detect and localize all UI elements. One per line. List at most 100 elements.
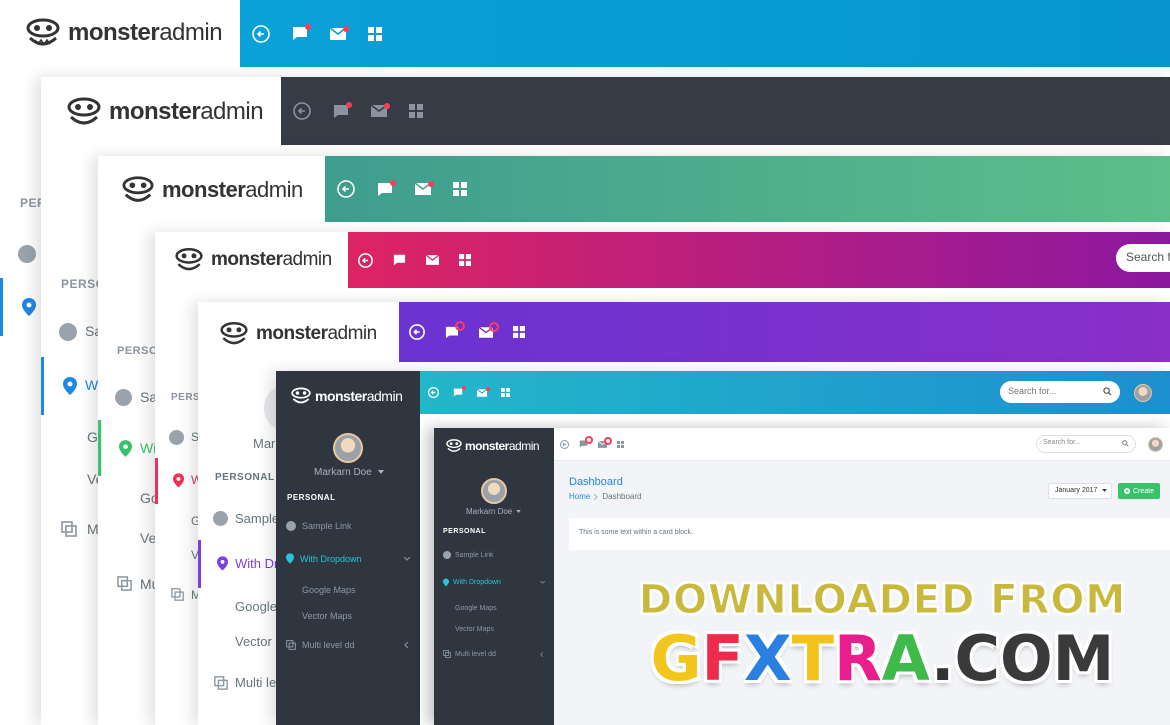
search-icon: [1122, 440, 1129, 447]
monster-logo-icon: [220, 322, 248, 345]
user-name[interactable]: Mar: [253, 436, 275, 451]
chevron-right-icon: [594, 493, 599, 500]
watermark-line-1: DOWNLOADED FROM: [638, 577, 1127, 624]
envelope-icon[interactable]: [426, 255, 439, 265]
grid-icon[interactable]: [368, 26, 382, 41]
nav-item-with-dropdown[interactable]: With Dropdown: [443, 578, 549, 587]
chevron-down-icon: [540, 581, 545, 584]
topbar: Search for...: [420, 371, 1170, 414]
nav-subitem-vector-maps[interactable]: Vector Maps: [455, 626, 494, 633]
page-title: Dashboard: [569, 476, 623, 488]
arrow-left-circle-icon[interactable]: [560, 439, 569, 449]
layers-icon: [171, 588, 184, 601]
avatar[interactable]: [481, 478, 507, 504]
chat-bubble-icon[interactable]: [445, 320, 465, 339]
grid-icon[interactable]: [617, 440, 624, 448]
envelope-icon[interactable]: [415, 181, 434, 195]
topbar: Search fo: [348, 232, 1170, 288]
arrow-left-circle-icon[interactable]: [293, 102, 311, 120]
brand-logo[interactable]: monsteradmin: [175, 246, 332, 274]
monster-logo-icon: [175, 248, 203, 271]
chat-bubble-icon[interactable]: [292, 24, 311, 41]
nav-subitem-label[interactable]: Ve: [140, 530, 156, 546]
chat-bubble-icon[interactable]: [579, 436, 593, 448]
envelope-icon[interactable]: [371, 103, 390, 117]
nav-item-label[interactable]: Sample: [235, 511, 279, 526]
map-pin-icon: [119, 440, 132, 457]
monster-logo-icon: [67, 97, 101, 125]
nav-item-multi-level[interactable]: Multi level dd: [286, 640, 414, 650]
chat-bubble-icon[interactable]: [453, 386, 466, 397]
card-text: This is some text within a card block.: [579, 529, 693, 536]
brand-logo[interactable]: monsteradmin: [122, 174, 303, 206]
avatar[interactable]: [1148, 437, 1163, 452]
chevron-left-icon: [404, 642, 408, 648]
active-indicator: [98, 420, 101, 476]
nav-item-with-dropdown[interactable]: With Dropdown: [286, 553, 414, 564]
envelope-icon[interactable]: [479, 321, 499, 338]
sidebar: monsteradmin Markarn Doe PERSONAL Sample…: [276, 371, 420, 725]
brand-logo[interactable]: monsteradmin: [26, 16, 223, 50]
nav-item-label[interactable]: Multi le: [235, 675, 276, 690]
monster-logo-icon: [26, 18, 60, 46]
page-header: Dashboard Home Dashboard: [569, 476, 641, 501]
nav-subitem-label[interactable]: Google: [235, 599, 277, 614]
layers-icon: [443, 650, 451, 658]
grid-icon[interactable]: [409, 104, 423, 118]
user-name[interactable]: Markarn Doe: [466, 507, 522, 516]
brand-logo[interactable]: monsteradmin: [220, 320, 377, 348]
chevron-left-icon: [540, 651, 543, 657]
avatar[interactable]: [333, 433, 363, 463]
breadcrumb-home[interactable]: Home: [569, 492, 590, 501]
nav-item-sample-link[interactable]: Sample Link: [286, 521, 352, 531]
grid-icon[interactable]: [453, 182, 467, 196]
nav-item-sample-link[interactable]: Sample Link: [443, 551, 494, 559]
nav-item-multi-level[interactable]: Multi level dd: [443, 650, 549, 658]
circle-icon: [286, 521, 296, 531]
grid-icon[interactable]: [513, 326, 525, 338]
active-indicator: [0, 278, 3, 336]
nav-subitem-google-maps[interactable]: Google Maps: [302, 585, 356, 595]
create-button[interactable]: Create: [1118, 483, 1161, 499]
search-input[interactable]: Search for...: [1000, 381, 1120, 403]
grid-icon[interactable]: [501, 388, 510, 397]
nav-item-label[interactable]: W: [85, 377, 98, 393]
arrow-left-circle-icon[interactable]: [358, 252, 373, 268]
grid-icon[interactable]: [459, 254, 471, 266]
active-indicator: [41, 357, 44, 415]
chat-bubble-icon[interactable]: [393, 254, 406, 266]
chevron-down-icon: [516, 510, 522, 514]
monster-logo-icon: [122, 176, 154, 202]
nav-subitem-label[interactable]: Vector: [235, 634, 272, 649]
search-input[interactable]: Search fo: [1116, 244, 1170, 272]
brand-name: monsteradmin: [68, 19, 223, 46]
map-pin-icon: [173, 473, 184, 488]
brand-logo[interactable]: monsteradmin: [446, 438, 540, 454]
nav-subitem-google-maps[interactable]: Google Maps: [455, 605, 497, 612]
arrow-left-circle-icon[interactable]: [337, 180, 355, 198]
arrow-left-circle-icon[interactable]: [409, 324, 425, 340]
nav-item-label[interactable]: With Dr: [235, 556, 278, 571]
date-select[interactable]: January 2017: [1048, 483, 1112, 499]
chat-bubble-icon[interactable]: [333, 101, 352, 119]
avatar[interactable]: [1134, 384, 1152, 402]
chat-bubble-icon[interactable]: [377, 179, 396, 197]
circle-icon: [18, 245, 36, 263]
envelope-icon[interactable]: [330, 25, 349, 40]
active-indicator: [155, 458, 158, 504]
envelope-icon[interactable]: [477, 386, 490, 397]
envelope-icon[interactable]: [598, 436, 612, 448]
watermark: DOWNLOADED FROM GFXTRA.COM: [610, 577, 1155, 693]
nav-subitem-vector-maps[interactable]: Vector Maps: [302, 611, 352, 621]
nav-item-label[interactable]: M: [87, 521, 99, 537]
arrow-left-circle-icon[interactable]: [428, 387, 439, 398]
circle-icon: [443, 551, 451, 559]
topbar: [281, 77, 1170, 145]
user-name[interactable]: Markarn Doe: [314, 467, 384, 478]
brand-logo[interactable]: monsteradmin: [291, 386, 403, 406]
arrow-left-circle-icon[interactable]: [252, 24, 270, 43]
search-input[interactable]: Search for...: [1036, 435, 1136, 453]
brand-logo[interactable]: monsteradmin: [67, 95, 264, 129]
nav-item-label[interactable]: Wi: [140, 440, 156, 456]
brand-name: monsteradmin: [465, 439, 540, 453]
